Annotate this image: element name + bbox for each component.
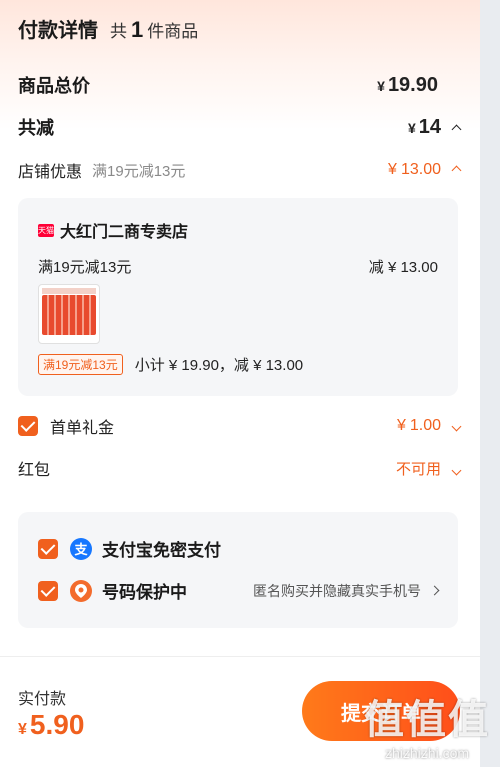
store-promo-line: 满19元减13元 减 ¥ 13.00 [38,256,438,277]
promo-tag: 满19元减13元 [38,354,123,375]
red-packet-status-text: 不可用 [395,460,441,478]
page-title: 付款详情 [18,20,98,42]
subtotal-text: 小计 ¥ 19.90，减 ¥ 13.00 [134,357,304,374]
alipay-checkbox[interactable] [38,538,58,559]
chevron-down-icon[interactable] [451,421,462,432]
shop-promo-desc: 满19元减13元 [92,162,186,180]
alipay-row[interactable]: 支 支付宝免密支付 [38,536,438,561]
red-packet-status: 不可用 [395,458,462,479]
tmall-logo-icon: 天猫 [38,223,54,237]
first-order-label: 首单礼金 [50,420,115,437]
store-card: 天猫 大红门二商专卖店 满19元减13元 减 ¥ 13.00 满19元减13元 … [18,198,458,396]
currency-symbol: ¥ [407,119,416,136]
store-promo-text: 满19元减13元 [38,259,132,276]
store-header: 天猫 大红门二商专卖店 [38,218,188,242]
actual-payment-value: ¥ 5.90 [18,709,84,741]
product-image-header [42,288,96,294]
discount-row[interactable]: 共减 ¥ 14 [18,114,462,140]
count-suffix: 件商品 [147,22,199,41]
discount-label: 共减 [18,118,54,138]
chevron-right-icon [429,585,440,596]
actual-payment-label: 实付款 [18,691,67,708]
first-order-row[interactable]: 首单礼金 ¥ 1.00 [18,414,462,438]
store-summary: 满19元减13元 小计 ¥ 19.90，减 ¥ 13.00 [38,354,303,375]
shop-promo-value: ¥ 13.00 [388,161,462,179]
watermark-logo: 值值值 [364,698,490,742]
first-order-left: 首单礼金 [18,414,114,438]
payment-details-page: 付款详情 共 1 件商品 商品总价 ¥ 19.90 共减 ¥ 14 店铺优惠 满… [0,0,480,767]
count-prefix: 共 [110,22,127,41]
first-order-amount: 1.00 [409,417,441,434]
header: 付款详情 共 1 件商品 [18,14,198,43]
phone-protect-label: 号码保护中 [102,583,187,602]
red-packet-label: 红包 [18,462,51,479]
chevron-up-icon[interactable] [451,124,462,134]
alipay-label: 支付宝免密支付 [102,541,221,560]
red-packet-row[interactable]: 红包 不可用 [18,456,462,480]
first-order-value: ¥ 1.00 [396,417,462,435]
right-edge-strip [480,0,500,767]
total-price-value: ¥ 19.90 [377,74,438,97]
currency-symbol: ¥ [396,417,406,434]
alipay-icon: 支 [70,537,92,560]
discount-amount: 14 [418,115,441,138]
item-count: 共 1 件商品 [110,17,198,43]
phone-protect-row[interactable]: 号码保护中 匿名购买并隐藏真实手机号 [38,578,440,603]
phone-protect-icon [70,579,92,602]
store-promo-value: 减 ¥ 13.00 [368,259,438,276]
count-number: 1 [131,17,144,42]
total-price-label: 商品总价 [18,76,90,96]
chevron-down-icon[interactable] [451,465,462,475]
phone-protect-checkbox[interactable] [38,580,58,601]
shop-promo-row[interactable]: 店铺优惠 满19元减13元 ¥ 13.00 [18,158,462,182]
total-price-row: 商品总价 ¥ 19.90 [18,72,460,98]
currency-symbol: ¥ [18,721,27,738]
first-order-checkbox[interactable] [18,416,38,436]
phone-protect-desc[interactable]: 匿名购买并隐藏真实手机号 [253,581,440,601]
shop-promo-left: 店铺优惠 满19元减13元 [18,158,185,182]
shop-promo-label: 店铺优惠 [18,164,83,181]
product-image [42,295,96,335]
shop-promo-amount: 13.00 [400,161,441,178]
phone-protect-desc-text: 匿名购买并隐藏真实手机号 [253,582,421,599]
product-thumbnail[interactable] [38,284,100,344]
payment-options-card: 支 支付宝免密支付 号码保护中 匿名购买并隐藏真实手机号 [18,512,458,628]
total-amount: 19.90 [387,73,438,96]
actual-payment-amount: 5.90 [29,709,85,740]
store-name: 大红门二商专卖店 [60,224,189,241]
location-shield-icon [75,583,87,598]
discount-value: ¥ 14 [407,115,462,139]
chevron-up-icon[interactable] [451,165,462,176]
currency-symbol: ¥ [388,161,397,178]
watermark: 值值值 zhizhizhi.com [364,687,490,761]
watermark-url: zhizhizhi.com [384,745,470,761]
currency-symbol: ¥ [377,77,385,94]
